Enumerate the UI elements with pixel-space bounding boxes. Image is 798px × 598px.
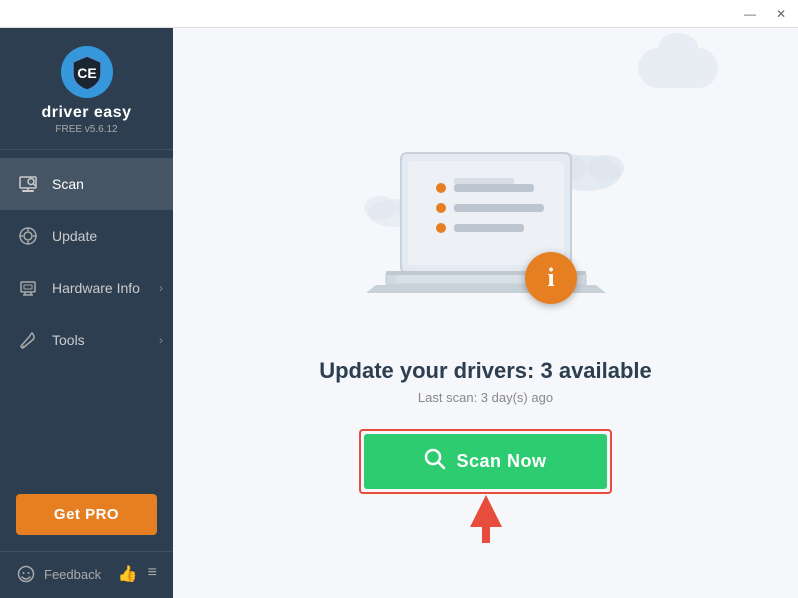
search-icon bbox=[424, 448, 446, 475]
main-subtitle: Last scan: 3 day(s) ago bbox=[418, 390, 553, 405]
sidebar: CE driver easy FREE v5.6.12 Scan bbox=[0, 28, 173, 598]
sidebar-item-scan-label: Scan bbox=[52, 176, 84, 192]
sidebar-bottom: Get PRO bbox=[0, 482, 173, 551]
cloud-decoration bbox=[638, 48, 718, 88]
arrow-indicator bbox=[470, 495, 502, 548]
update-icon bbox=[16, 224, 40, 248]
footer-icons: 👍 ≡ bbox=[118, 564, 157, 584]
feedback-item[interactable]: Feedback bbox=[16, 564, 101, 584]
sidebar-item-tools[interactable]: Tools › bbox=[0, 314, 173, 366]
app-container: CE driver easy FREE v5.6.12 Scan bbox=[0, 28, 798, 598]
svg-text:i: i bbox=[547, 263, 554, 292]
tools-arrow-icon: › bbox=[159, 333, 163, 347]
scan-btn-area: Scan Now bbox=[359, 429, 611, 494]
tools-icon bbox=[16, 328, 40, 352]
title-bar: — ✕ bbox=[0, 0, 798, 28]
main-title: Update your drivers: 3 available bbox=[319, 358, 652, 384]
thumbs-up-icon[interactable]: 👍 bbox=[118, 564, 138, 584]
sidebar-footer: Feedback 👍 ≡ bbox=[0, 551, 173, 598]
main-content: i Update your drivers: 3 available Last … bbox=[173, 28, 798, 598]
sidebar-item-update-label: Update bbox=[52, 228, 97, 244]
scan-btn-wrapper: Scan Now bbox=[359, 429, 611, 494]
hardware-info-icon bbox=[16, 276, 40, 300]
scan-now-button[interactable]: Scan Now bbox=[364, 434, 606, 489]
hardware-info-arrow-icon: › bbox=[159, 281, 163, 295]
sidebar-nav: Scan Update bbox=[0, 150, 173, 482]
scan-icon bbox=[16, 172, 40, 196]
app-version: FREE v5.6.12 bbox=[55, 124, 117, 135]
sidebar-item-hardware-info[interactable]: Hardware Info › bbox=[0, 262, 173, 314]
sidebar-item-scan[interactable]: Scan bbox=[0, 158, 173, 210]
logo-svg: CE bbox=[69, 54, 105, 90]
list-icon[interactable]: ≡ bbox=[148, 564, 157, 584]
scan-now-label: Scan Now bbox=[456, 451, 546, 472]
logo-icon: CE bbox=[61, 46, 113, 98]
sidebar-item-tools-label: Tools bbox=[52, 332, 85, 348]
minimize-button[interactable]: — bbox=[740, 5, 760, 23]
get-pro-button[interactable]: Get PRO bbox=[16, 494, 157, 535]
sidebar-item-update[interactable]: Update bbox=[0, 210, 173, 262]
feedback-icon bbox=[16, 564, 36, 584]
close-button[interactable]: ✕ bbox=[772, 5, 790, 23]
app-name: driver easy bbox=[41, 104, 131, 122]
feedback-label: Feedback bbox=[44, 567, 101, 582]
svg-text:CE: CE bbox=[77, 65, 96, 81]
laptop-illustration: i bbox=[346, 133, 626, 338]
sidebar-logo: CE driver easy FREE v5.6.12 bbox=[0, 28, 173, 150]
sidebar-item-hardware-info-label: Hardware Info bbox=[52, 280, 140, 296]
